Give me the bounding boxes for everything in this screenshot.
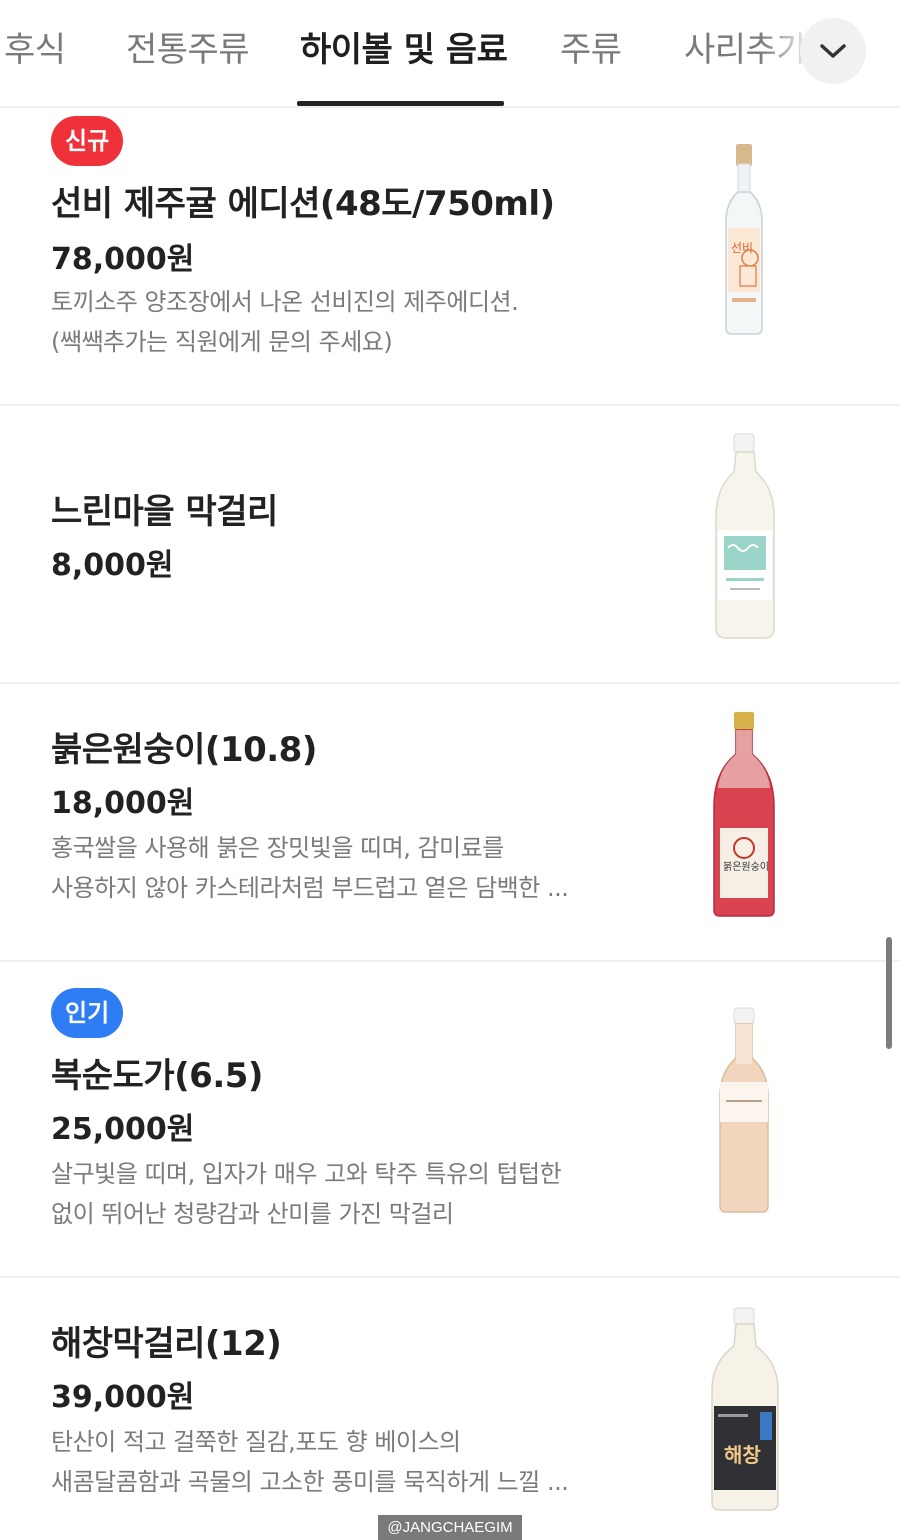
black-label-makgeolli-bottle-icon: 해창 — [711, 1307, 779, 1511]
makgeolli-bottle-icon — [715, 433, 775, 639]
item-price: 39,000원 — [51, 1380, 195, 1415]
item-price: 18,000원 — [51, 786, 195, 821]
menu-item[interactable]: 붉은원숭이(10.8) 18,000원 홍국쌀을 사용해 붉은 장밋빛을 띠며,… — [0, 684, 900, 962]
description-line: 살구빛을 띠며, 입자가 매우 고와 탁주 특유의 텁텁한 — [51, 1160, 562, 1188]
menu-item[interactable]: 신규 선비 제주귤 에디션(48도/750ml) 78,000원 토끼소주 양조… — [0, 106, 900, 406]
item-name: 해창막걸리(12) — [51, 1324, 282, 1364]
item-description: 탄산이 적고 걸쭉한 질감,포도 향 베이스의 새콤달콤함과 곡물의 고소한 풍… — [51, 1422, 611, 1502]
scrollbar[interactable] — [886, 937, 892, 1049]
svg-text:선비: 선비 — [731, 241, 753, 255]
description-line: 토끼소주 양조장에서 나온 선비진의 제주에디션. — [51, 288, 519, 316]
item-description: 살구빛을 띠며, 입자가 매우 고와 탁주 특유의 텁텁한 없이 뛰어난 청량감… — [51, 1154, 611, 1234]
item-image: 선비 — [690, 140, 800, 340]
description-line: (쌕쌕추가는 직원에게 문의 주세요) — [51, 328, 393, 356]
tab-highball-drinks[interactable]: 하이볼 및 음료 — [300, 22, 508, 71]
item-name: 선비 제주귤 에디션(48도/750ml) — [51, 184, 555, 224]
item-price: 25,000원 — [51, 1112, 195, 1147]
more-categories-button[interactable] — [800, 18, 866, 84]
description-line: 홍국쌀을 사용해 붉은 장밋빛을 띠며, 감미료를 — [51, 834, 504, 862]
item-name: 복순도가(6.5) — [51, 1056, 263, 1096]
category-tab-bar: 후식 전통주류 하이볼 및 음료 주류 사리추가 — [0, 0, 900, 108]
item-price: 8,000원 — [51, 548, 174, 583]
description-line: 없이 뛰어난 청량감과 산미를 가진 막걸리 — [51, 1200, 454, 1228]
menu-item[interactable]: 느린마을 막걸리 8,000원 — [0, 406, 900, 684]
menu-item[interactable]: 해창막걸리(12) 39,000원 탄산이 적고 걸쭉한 질감,포도 향 베이스… — [0, 1278, 900, 1540]
item-name: 느린마을 막걸리 — [51, 492, 278, 532]
tab-traditional-liquor[interactable]: 전통주류 — [126, 22, 250, 71]
new-badge: 신규 — [51, 116, 124, 166]
tab-liquor[interactable]: 주류 — [560, 22, 622, 71]
item-image — [690, 432, 800, 642]
svg-text:붉은원숭이: 붉은원숭이 — [723, 861, 769, 873]
item-description: 토끼소주 양조장에서 나온 선비진의 제주에디션. (쌕쌕추가는 직원에게 문의… — [51, 282, 611, 362]
watermark: @JANGCHAEGIM — [378, 1515, 522, 1540]
tab-dessert[interactable]: 후식 — [4, 22, 66, 71]
description-line: 새콤달콤함과 곡물의 고소한 풍미를 묵직하게 느낄 ... — [51, 1468, 569, 1496]
item-image: 붉은원숭이 — [690, 710, 800, 920]
description-line: 사용하지 않아 카스테라처럼 부드럽고 옅은 담백한 ... — [51, 874, 569, 902]
description-line: 탄산이 적고 걸쭉한 질감,포도 향 베이스의 — [51, 1428, 461, 1456]
item-name: 붉은원숭이(10.8) — [51, 730, 317, 770]
popular-badge: 인기 — [51, 988, 124, 1038]
item-image — [690, 1006, 800, 1216]
chevron-down-icon — [820, 44, 846, 58]
item-price: 78,000원 — [51, 242, 195, 277]
peach-makgeolli-bottle-icon — [719, 1007, 769, 1213]
item-description: 홍국쌀을 사용해 붉은 장밋빛을 띠며, 감미료를 사용하지 않아 카스테라처럼… — [51, 828, 611, 908]
red-wine-bottle-icon: 붉은원숭이 — [713, 712, 775, 917]
clear-liquor-bottle-icon: 선비 — [725, 144, 763, 335]
svg-text:해창: 해창 — [724, 1443, 761, 1467]
menu-item[interactable]: 인기 복순도가(6.5) 25,000원 살구빛을 띠며, 입자가 매우 고와 … — [0, 962, 900, 1278]
item-image: 해창 — [690, 1306, 800, 1516]
